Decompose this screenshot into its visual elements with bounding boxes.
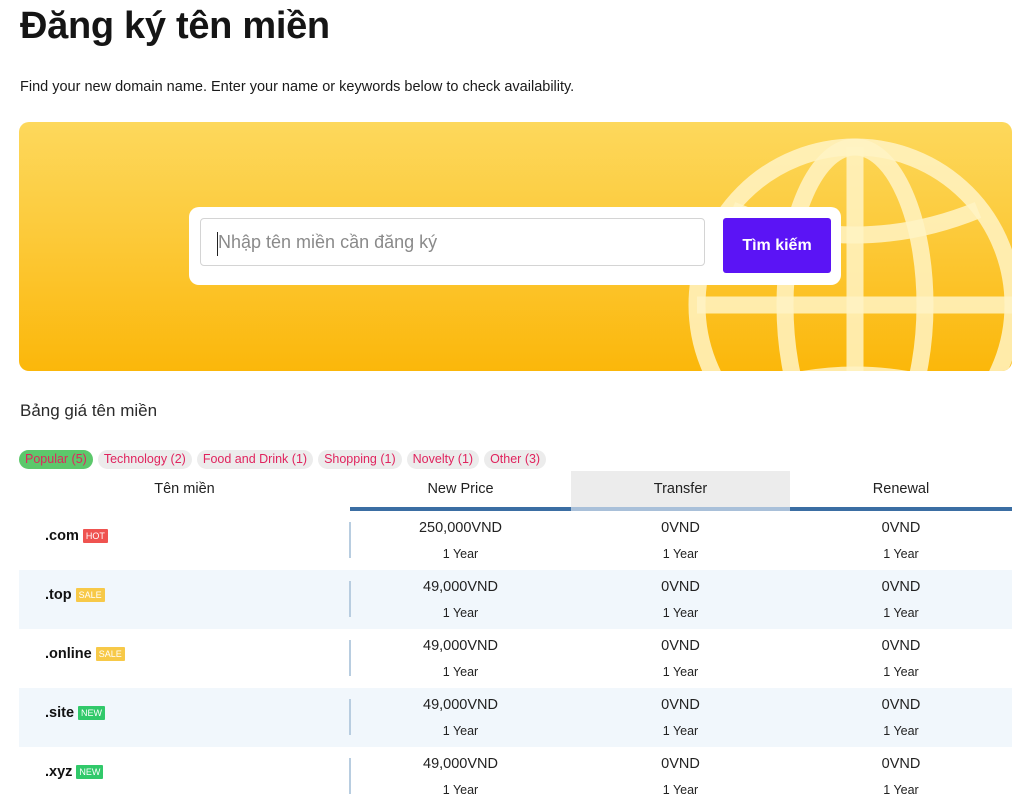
domain-extension: .online	[45, 646, 92, 662]
domain-cell: .com HOT	[45, 528, 108, 544]
transfer-period: 1 Year	[662, 783, 699, 797]
domain-extension: .com	[45, 528, 79, 544]
renewal-price: 0VND	[881, 697, 921, 713]
new-badge: NEW	[76, 765, 104, 779]
filter-chip-technology[interactable]: Technology (2)	[97, 450, 192, 469]
domain-cell: .top SALE	[45, 587, 105, 603]
new-price: 49,000VND	[423, 697, 498, 713]
table-row: .top SALE 49,000VND 1 Year 0VND 1 Year 0…	[19, 570, 1012, 629]
text-caret	[217, 232, 218, 256]
renewal-price: 0VND	[881, 579, 921, 595]
pricing-table-body: .com HOT 250,000VND 1 Year 0VND 1 Year 0…	[19, 511, 1012, 806]
domain-extension: .xyz	[45, 764, 73, 780]
renewal-price: 0VND	[881, 520, 921, 536]
new-price-period: 1 Year	[442, 606, 479, 620]
filter-chip-food-and-drink[interactable]: Food and Drink (1)	[196, 450, 314, 469]
new-price-period: 1 Year	[442, 724, 479, 738]
new-price: 49,000VND	[423, 638, 498, 654]
table-row: .site NEW 49,000VND 1 Year 0VND 1 Year 0…	[19, 688, 1012, 747]
transfer-period: 1 Year	[662, 547, 699, 561]
search-box: Tìm kiếm	[189, 207, 841, 285]
search-button[interactable]: Tìm kiếm	[723, 218, 831, 273]
domain-cell: .online SALE	[45, 646, 125, 662]
transfer-period: 1 Year	[662, 724, 699, 738]
table-row: .xyz NEW 49,000VND 1 Year 0VND 1 Year 0V…	[19, 747, 1012, 806]
renewal-period: 1 Year	[883, 665, 919, 679]
new-price: 49,000VND	[423, 579, 498, 595]
column-header-renewal[interactable]: Renewal	[790, 471, 1012, 508]
renewal-period: 1 Year	[883, 606, 919, 620]
transfer-price: 0VND	[661, 697, 700, 713]
page-subtitle: Find your new domain name. Enter your na…	[20, 79, 575, 95]
transfer-price: 0VND	[661, 520, 700, 536]
domain-cell: .xyz NEW	[45, 764, 104, 780]
renewal-price: 0VND	[881, 756, 921, 772]
renewal-period: 1 Year	[883, 547, 919, 561]
renewal-period: 1 Year	[883, 783, 919, 797]
domain-extension: .site	[45, 705, 75, 721]
new-price-period: 1 Year	[442, 665, 479, 679]
new-price: 49,000VND	[423, 756, 498, 772]
sale-badge: SALE	[75, 588, 105, 602]
column-header-new-price[interactable]: New Price	[350, 471, 571, 508]
category-filter-bar: Popular (5) Technology (2) Food and Drin…	[19, 450, 547, 469]
new-badge: NEW	[78, 706, 106, 720]
column-header-domain: Tên miền	[154, 481, 215, 497]
table-row: .online SALE 49,000VND 1 Year 0VND 1 Yea…	[19, 629, 1012, 688]
transfer-price: 0VND	[661, 638, 700, 654]
transfer-period: 1 Year	[662, 606, 699, 620]
filter-chip-novelty[interactable]: Novelty (1)	[406, 450, 480, 469]
renewal-period: 1 Year	[883, 724, 919, 738]
filter-chip-other[interactable]: Other (3)	[484, 450, 547, 469]
column-header-transfer[interactable]: Transfer	[571, 471, 790, 508]
transfer-period: 1 Year	[662, 665, 699, 679]
domain-cell: .site NEW	[45, 705, 106, 721]
renewal-price: 0VND	[881, 638, 921, 654]
transfer-price: 0VND	[661, 579, 700, 595]
new-price: 250,000VND	[418, 520, 503, 536]
new-price-period: 1 Year	[442, 783, 479, 797]
domain-extension: .top	[45, 587, 72, 603]
transfer-price: 0VND	[661, 756, 700, 772]
pricing-section-title: Bảng giá tên miền	[20, 401, 158, 420]
sale-badge: SALE	[95, 647, 125, 661]
domain-search-input[interactable]	[200, 218, 705, 266]
filter-chip-shopping[interactable]: Shopping (1)	[318, 450, 402, 469]
page-title: Đăng ký tên miền	[20, 5, 330, 47]
new-price-period: 1 Year	[442, 547, 479, 561]
filter-chip-popular[interactable]: Popular (5)	[19, 450, 93, 469]
pricing-table-header: Tên miền New Price Transfer Renewal	[19, 471, 1012, 511]
table-row: .com HOT 250,000VND 1 Year 0VND 1 Year 0…	[19, 511, 1012, 570]
hot-badge: HOT	[82, 529, 108, 543]
